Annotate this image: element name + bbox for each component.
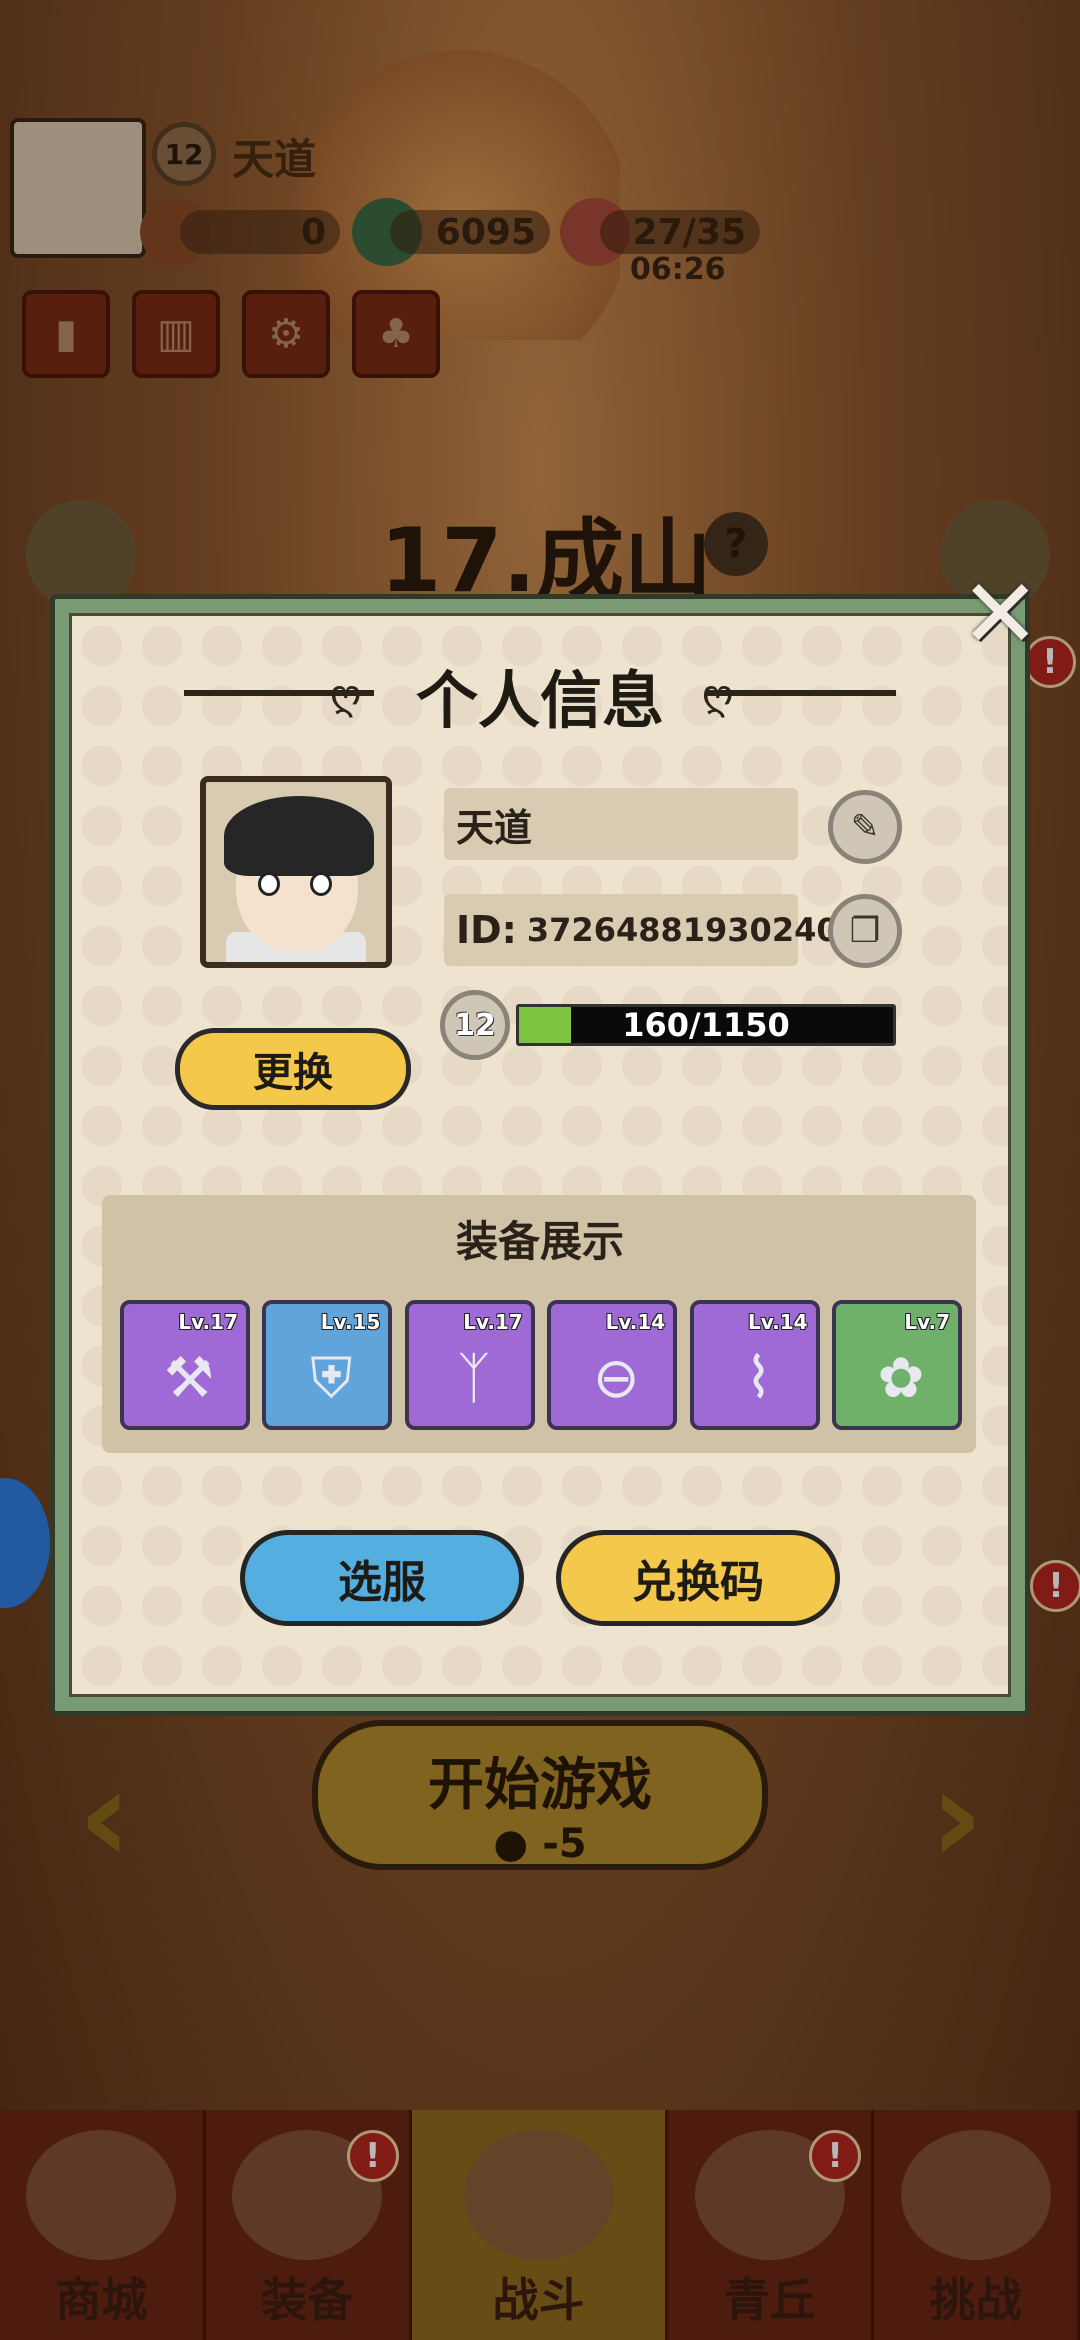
xp-bar: 160/1150: [516, 1004, 896, 1046]
select-server-button[interactable]: 选服: [240, 1530, 524, 1626]
copy-icon: ❐: [849, 911, 881, 951]
close-dialog-button[interactable]: ✕: [960, 566, 1040, 662]
equipment-level: Lv.7: [904, 1310, 950, 1334]
belt-icon: ⊖: [592, 1346, 640, 1411]
equipment-level: Lv.14: [748, 1310, 808, 1334]
player-name: 天道: [456, 805, 533, 850]
player-id-value: 372648819302400: [526, 911, 861, 949]
copy-id-button[interactable]: ❐: [828, 894, 902, 968]
profile-avatar: [200, 776, 392, 968]
equipment-slot[interactable]: Lv.17 ᛉ: [404, 1300, 535, 1430]
edit-name-button[interactable]: ✎: [828, 790, 902, 864]
equipment-slot[interactable]: Lv.14 ⌇: [689, 1300, 820, 1430]
xp-text: 160/1150: [622, 1006, 790, 1044]
gem-icon: ✿: [877, 1346, 925, 1411]
profile-dialog: [50, 594, 1030, 1716]
avatar-hair: [224, 796, 374, 876]
player-name-field: 天道: [444, 788, 798, 860]
equipment-level: Lv.15: [320, 1310, 381, 1334]
equipment-level: Lv.17: [463, 1310, 523, 1334]
equipment-slot[interactable]: Lv.7 ✿: [832, 1300, 962, 1430]
equipment-slot[interactable]: Lv.14 ⊖: [547, 1300, 678, 1430]
equipment-level: Lv.14: [605, 1310, 666, 1334]
title-ornament-right: [706, 690, 896, 696]
dialog-title: 个人信息: [415, 664, 664, 737]
avatar-eye-right: [310, 872, 332, 896]
armor-icon: ⛨: [310, 1346, 353, 1411]
equipment-level: Lv.17: [178, 1310, 238, 1334]
equipment-title: 装备展示: [455, 1217, 624, 1266]
claw-icon: ᛉ: [456, 1346, 491, 1411]
player-id-label: ID:: [456, 908, 517, 952]
redeem-code-button[interactable]: 兑换码: [556, 1530, 840, 1626]
profile-level-badge: 12: [440, 990, 510, 1060]
boots-icon: ⌇: [744, 1346, 773, 1411]
player-id-field: ID: 372648819302400: [444, 894, 861, 966]
equipment-slot[interactable]: Lv.17 ⚒: [120, 1300, 250, 1430]
avatar-eye-left: [258, 872, 280, 896]
change-avatar-button[interactable]: 更换: [175, 1028, 411, 1110]
brush-icon: ✎: [850, 807, 880, 847]
equipment-slot[interactable]: Lv.15 ⛨: [262, 1300, 393, 1430]
weapon-icon: ⚒: [163, 1346, 215, 1411]
